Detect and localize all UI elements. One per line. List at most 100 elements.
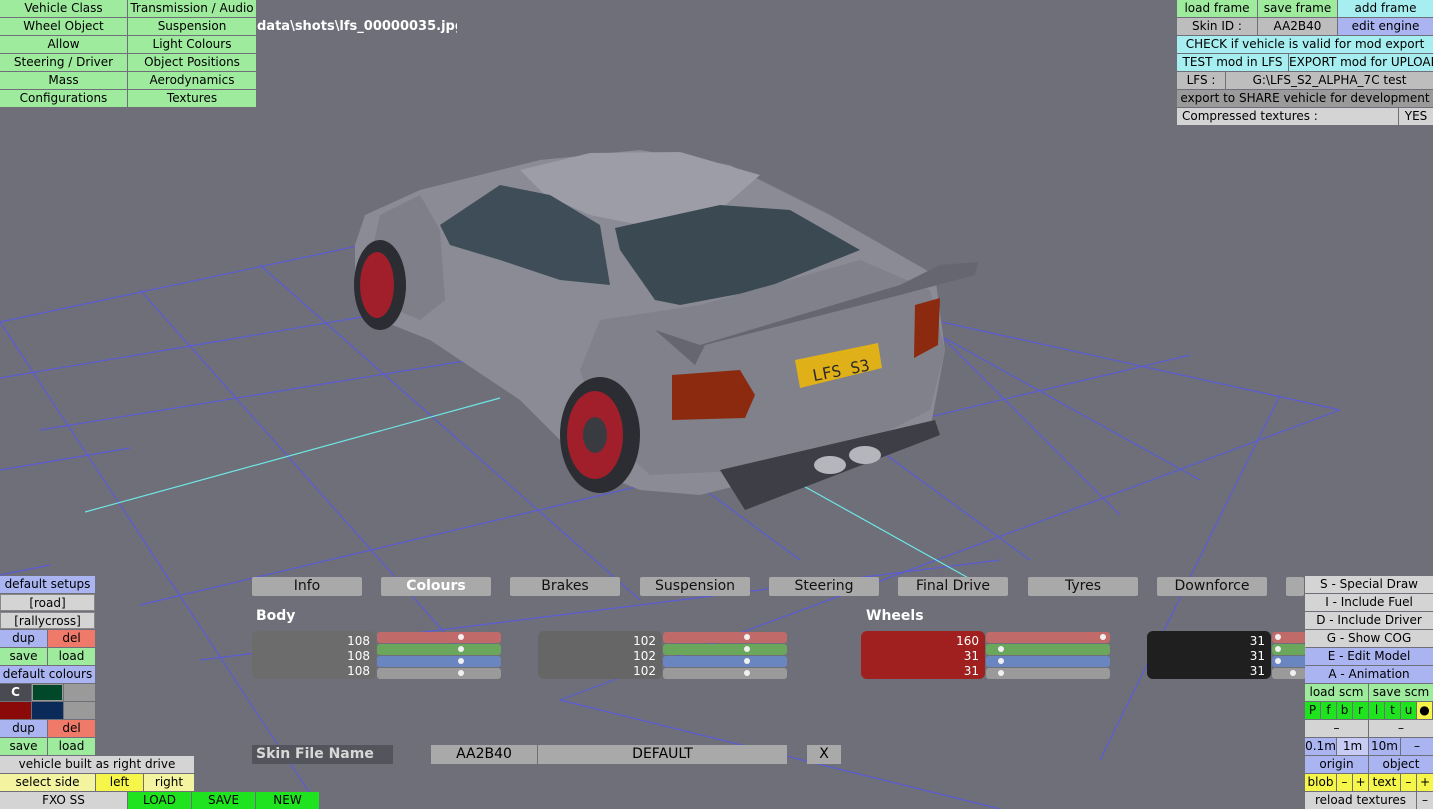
menu-aerodynamics[interactable]: Aerodynamics [128, 72, 256, 89]
menu-transmission-audio[interactable]: Transmission / Audio [128, 0, 256, 17]
setup-dup-button[interactable]: dup [0, 630, 47, 647]
skin-id-field[interactable]: AA2B40 [431, 745, 537, 764]
edit-engine-button[interactable]: edit engine [1338, 18, 1433, 35]
include-fuel-toggle[interactable]: I - Include Fuel [1305, 594, 1433, 611]
check-valid-button[interactable]: CHECK if vehicle is valid for mod export [1177, 36, 1433, 53]
menu-object-positions[interactable]: Object Positions [128, 54, 256, 71]
save-vehicle-button[interactable]: SAVE [192, 792, 255, 809]
show-cog-toggle[interactable]: G - Show COG [1305, 630, 1433, 647]
origin-button[interactable]: origin [1305, 756, 1368, 773]
tab-steering[interactable]: Steering [769, 577, 879, 596]
colour-del-button[interactable]: del [48, 720, 95, 737]
menu-steering-driver[interactable]: Steering / Driver [0, 54, 127, 71]
special-draw-toggle[interactable]: S - Special Draw [1305, 576, 1433, 593]
menu-suspension[interactable]: Suspension [128, 18, 256, 35]
slider-red[interactable] [1272, 632, 1306, 643]
colour-c-cell[interactable]: C [0, 684, 31, 701]
view-button-3[interactable]: r [1353, 702, 1368, 719]
slider-handle[interactable] [1275, 658, 1281, 664]
tab-brakes[interactable]: Brakes [510, 577, 620, 596]
setup-rallycross[interactable]: [rallycross] [0, 612, 95, 629]
slider-handle[interactable] [458, 658, 464, 664]
skin-close-button[interactable]: X [807, 745, 841, 764]
slider-alpha[interactable] [377, 668, 501, 679]
view-button-1[interactable]: f [1321, 702, 1336, 719]
colour-cell-grey-1[interactable] [64, 684, 95, 701]
new-vehicle-button[interactable]: NEW [256, 792, 319, 809]
slider-handle[interactable] [1275, 646, 1281, 652]
save-frame-button[interactable]: save frame [1258, 0, 1337, 17]
compressed-textures-toggle[interactable]: YES [1399, 108, 1433, 125]
blob-minus-button[interactable]: – [1337, 774, 1352, 791]
menu-configurations[interactable]: Configurations [0, 90, 127, 107]
menu-wheel-object[interactable]: Wheel Object [0, 18, 127, 35]
slider-red[interactable] [986, 632, 1110, 643]
load-scm-button[interactable]: load scm [1305, 684, 1368, 701]
slider-green[interactable] [663, 644, 787, 655]
reload-minus-button[interactable]: – [1417, 792, 1433, 809]
slider-alpha[interactable] [663, 668, 787, 679]
minus-button-2[interactable]: – [1369, 720, 1433, 737]
slider-blue[interactable] [1272, 656, 1306, 667]
menu-vehicle-class[interactable]: Vehicle Class [0, 0, 127, 17]
tab-downforce[interactable]: Downforce [1157, 577, 1267, 596]
colour-cell-red[interactable] [0, 702, 31, 719]
minus-button-1[interactable]: – [1305, 720, 1368, 737]
export-share-button[interactable]: export to SHARE vehicle for development [1177, 90, 1433, 107]
setup-del-button[interactable]: del [48, 630, 95, 647]
step-1m[interactable]: 1m [1337, 738, 1368, 755]
colour-swatch-0[interactable]: 108 108 108 [252, 631, 376, 679]
default-colours-button[interactable]: default colours [0, 666, 95, 683]
step-minus[interactable]: – [1401, 738, 1433, 755]
setup-load-button[interactable]: load [48, 648, 95, 665]
side-right-button[interactable]: right [144, 774, 194, 791]
slider-handle[interactable] [744, 658, 750, 664]
view-button-5[interactable]: t [1385, 702, 1400, 719]
slider-handle[interactable] [1290, 670, 1296, 676]
slider-green[interactable] [1272, 644, 1306, 655]
default-setups-button[interactable]: default setups [0, 576, 95, 593]
slider-red[interactable] [663, 632, 787, 643]
object-button[interactable]: object [1369, 756, 1433, 773]
menu-light-colours[interactable]: Light Colours [128, 36, 256, 53]
reload-textures-button[interactable]: reload textures [1305, 792, 1416, 809]
colour-swatch-1[interactable]: 102 102 102 [538, 631, 662, 679]
slider-handle[interactable] [744, 634, 750, 640]
lfs-path[interactable]: G:\LFS_S2_ALPHA_7C test [1226, 72, 1433, 89]
colour-cell-blue[interactable] [32, 702, 63, 719]
colour-swatch-2[interactable]: 160 31 31 [861, 631, 985, 679]
step-10m[interactable]: 10m [1369, 738, 1400, 755]
slider-green[interactable] [377, 644, 501, 655]
tab-colours[interactable]: Colours [381, 577, 491, 596]
setup-road[interactable]: [road] [0, 594, 95, 611]
save-scm-button[interactable]: save scm [1369, 684, 1433, 701]
menu-mass[interactable]: Mass [0, 72, 127, 89]
skin-name-field[interactable]: DEFAULT [538, 745, 787, 764]
blob-plus-button[interactable]: + [1353, 774, 1368, 791]
view-button-4[interactable]: l [1369, 702, 1384, 719]
view-button-6[interactable]: u [1401, 702, 1416, 719]
edit-model-toggle[interactable]: E - Edit Model [1305, 648, 1433, 665]
tab-more[interactable] [1286, 577, 1304, 596]
load-vehicle-button[interactable]: LOAD [128, 792, 191, 809]
side-left-button[interactable]: left [96, 774, 143, 791]
tab-final-drive[interactable]: Final Drive [898, 577, 1008, 596]
slider-green[interactable] [986, 644, 1110, 655]
slider-blue[interactable] [663, 656, 787, 667]
slider-handle[interactable] [458, 646, 464, 652]
slider-handle[interactable] [744, 646, 750, 652]
tab-info[interactable]: Info [252, 577, 362, 596]
animation-toggle[interactable]: A - Animation [1305, 666, 1433, 683]
text-minus-button[interactable]: – [1401, 774, 1416, 791]
add-frame-button[interactable]: add frame [1338, 0, 1433, 17]
menu-textures[interactable]: Textures [128, 90, 256, 107]
slider-blue[interactable] [377, 656, 501, 667]
test-mod-button[interactable]: TEST mod in LFS [1177, 54, 1288, 71]
slider-red[interactable] [377, 632, 501, 643]
step-0-1m[interactable]: 0.1m [1305, 738, 1336, 755]
tab-suspension[interactable]: Suspension [640, 577, 750, 596]
slider-handle[interactable] [1100, 634, 1106, 640]
slider-blue[interactable] [986, 656, 1110, 667]
colour-load-button[interactable]: load [48, 738, 95, 755]
view-button-0[interactable]: P [1305, 702, 1320, 719]
